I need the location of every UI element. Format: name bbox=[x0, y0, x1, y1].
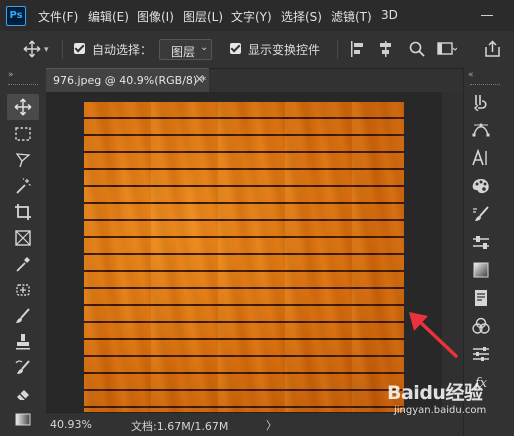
auto-select-checkbox[interactable] bbox=[74, 43, 85, 54]
close-icon[interactable]: × bbox=[194, 72, 205, 87]
align-center-icon[interactable] bbox=[378, 40, 394, 58]
gradients-icon bbox=[473, 262, 489, 278]
frame-icon bbox=[15, 230, 31, 246]
gradient-icon bbox=[15, 413, 31, 426]
document-info: 文档:1.67M/1.67M bbox=[131, 420, 229, 433]
properties-icon bbox=[473, 236, 489, 249]
libraries-icon bbox=[475, 290, 487, 306]
menu-type[interactable]: 文字(Y) bbox=[231, 8, 272, 25]
clone-stamp-tool[interactable] bbox=[7, 329, 39, 355]
brush-tool[interactable] bbox=[7, 303, 39, 329]
status-menu-chevron-icon[interactable]: 〉 bbox=[266, 417, 277, 433]
options-divider bbox=[337, 40, 338, 59]
move-tool-icon bbox=[14, 98, 32, 116]
history-icon bbox=[474, 95, 487, 111]
menu-3d[interactable]: 3D bbox=[381, 8, 398, 22]
channels-icon bbox=[472, 317, 490, 334]
eyedropper-icon bbox=[16, 257, 30, 272]
document-tab-title: 976.jpeg @ 40.9%(RGB/8) * bbox=[53, 74, 207, 87]
clone-stamp-icon bbox=[16, 334, 30, 350]
magic-wand-tool[interactable] bbox=[7, 173, 39, 199]
color-icon bbox=[472, 179, 489, 194]
adjustments-icon bbox=[473, 347, 489, 361]
marquee-tool[interactable] bbox=[7, 121, 39, 147]
show-transform-label: 显示变换控件 bbox=[248, 43, 321, 57]
menu-file[interactable]: 文件(F) bbox=[38, 8, 78, 25]
annotation-arrow-icon bbox=[409, 312, 458, 358]
collapse-icon[interactable]: « bbox=[468, 70, 473, 80]
character-icon bbox=[472, 149, 487, 166]
rectangular-marquee-icon bbox=[15, 127, 31, 141]
panel-grip[interactable] bbox=[470, 84, 500, 88]
magic-wand-icon bbox=[16, 178, 31, 194]
menu-layer[interactable]: 图层(L) bbox=[183, 8, 223, 25]
menu-filter[interactable]: 滤镜(T) bbox=[331, 8, 372, 25]
crop-icon bbox=[15, 204, 31, 220]
libraries-panel-button[interactable] bbox=[466, 286, 496, 310]
chevron-down-icon: ⌄ bbox=[200, 42, 209, 53]
character-panel-button[interactable] bbox=[466, 146, 496, 170]
history-panel-button[interactable] bbox=[466, 90, 496, 114]
gradients-panel-button[interactable] bbox=[466, 258, 496, 282]
document-tab[interactable]: 976.jpeg @ 40.9%(RGB/8) * × bbox=[46, 68, 209, 92]
paths-panel-button[interactable] bbox=[466, 118, 496, 142]
search-icon[interactable] bbox=[408, 40, 426, 58]
zoom-level[interactable]: 40.93% bbox=[50, 418, 92, 431]
channels-panel-button[interactable] bbox=[466, 314, 496, 338]
frame-tool[interactable] bbox=[7, 225, 39, 251]
share-icon[interactable] bbox=[484, 40, 501, 58]
brushes-panel-button[interactable] bbox=[466, 202, 496, 226]
menu-select[interactable]: 选择(S) bbox=[281, 8, 322, 25]
tool-preset-chevron-icon[interactable]: ▾ bbox=[44, 45, 49, 55]
minimize-icon[interactable] bbox=[481, 15, 493, 16]
move-options-icon[interactable] bbox=[23, 40, 41, 58]
wood-plank-image bbox=[84, 102, 404, 412]
move-tool[interactable] bbox=[7, 94, 39, 120]
color-panel-button[interactable] bbox=[466, 174, 496, 198]
collapse-icon[interactable]: » bbox=[8, 70, 13, 80]
auto-select-label: 自动选择： bbox=[92, 43, 153, 57]
canvas-scroll-strip[interactable] bbox=[442, 92, 463, 412]
options-divider bbox=[62, 40, 63, 59]
brush-icon bbox=[16, 308, 30, 323]
align-left-icon[interactable] bbox=[350, 40, 366, 58]
lasso-tool[interactable] bbox=[7, 147, 39, 173]
history-brush-icon bbox=[15, 360, 30, 374]
healing-brush-tool[interactable] bbox=[7, 277, 39, 303]
auto-select-dropdown[interactable]: 图层 ⌄ bbox=[159, 39, 212, 60]
history-brush-tool[interactable] bbox=[7, 355, 39, 381]
adjustments-panel-button[interactable] bbox=[466, 342, 496, 366]
eraser-icon bbox=[17, 390, 29, 400]
properties-panel-button[interactable] bbox=[466, 230, 496, 254]
crop-tool[interactable] bbox=[7, 199, 39, 225]
auto-select-value: 图层 bbox=[171, 45, 196, 59]
watermark: Baidu经验 jingyan.baidu.com bbox=[387, 378, 511, 430]
panel-grip[interactable] bbox=[8, 84, 38, 88]
gradient-tool[interactable] bbox=[7, 407, 39, 433]
workspace-icon[interactable] bbox=[437, 41, 457, 57]
menu-bar: Ps 文件(F) 编辑(E) 图像(I) 图层(L) 文字(Y) 选择(S) 滤… bbox=[0, 0, 514, 31]
watermark-url: jingyan.baidu.com bbox=[394, 405, 487, 416]
watermark-logo: Baidu经验 bbox=[387, 382, 483, 404]
healing-brush-icon bbox=[16, 284, 30, 296]
brushes-icon bbox=[473, 206, 489, 221]
menu-edit[interactable]: 编辑(E) bbox=[88, 8, 129, 25]
photoshop-logo: Ps bbox=[6, 6, 26, 26]
show-transform-checkbox[interactable] bbox=[230, 43, 241, 54]
lasso-icon bbox=[15, 153, 31, 168]
eraser-tool[interactable] bbox=[7, 381, 39, 407]
menu-image[interactable]: 图像(I) bbox=[137, 8, 174, 25]
eyedropper-tool[interactable] bbox=[7, 251, 39, 277]
paths-icon bbox=[472, 123, 490, 137]
